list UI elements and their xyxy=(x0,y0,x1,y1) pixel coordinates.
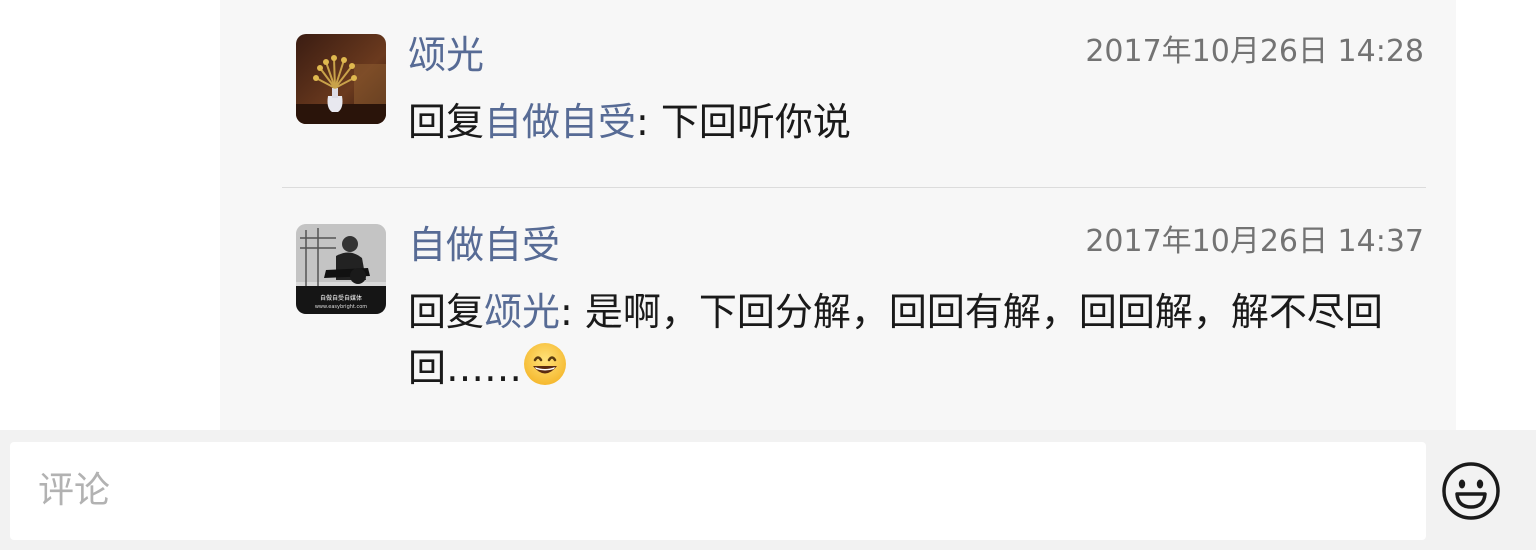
avatar-image-workshop-icon: 自做自受自媒体 www.easybright.com xyxy=(296,224,386,314)
avatar[interactable]: 自做自受自媒体 www.easybright.com xyxy=(296,224,386,314)
comment-author-name[interactable]: 自做自受 xyxy=(408,222,560,268)
reply-prefix: 回复 xyxy=(408,100,485,144)
avatar-url-text: www.easybright.com xyxy=(315,304,367,310)
comment-thread-panel: 颂光 2017年10月26日 14:28 回复自做自受: 下回听你说 自做自受自… xyxy=(220,0,1456,430)
comment-timestamp: 2017年10月26日 14:37 xyxy=(1085,224,1424,259)
comment-body: 回复自做自受: 下回听你说 xyxy=(408,94,1436,150)
comment-divider xyxy=(282,187,1426,188)
comment-input-bar: 评论 xyxy=(0,430,1536,550)
avatar-image-vase-icon xyxy=(296,34,386,124)
reply-prefix: 回复 xyxy=(408,290,485,334)
comment-timestamp: 2017年10月26日 14:28 xyxy=(1085,34,1424,69)
comment-input-placeholder: 评论 xyxy=(38,470,111,511)
smiling-face-emoji-icon xyxy=(522,341,568,402)
comment-text: : 下回听你说 xyxy=(636,100,851,144)
comment-input[interactable]: 评论 xyxy=(10,442,1426,540)
comment-author-name[interactable]: 颂光 xyxy=(408,32,484,78)
reply-target-name[interactable]: 自做自受 xyxy=(484,100,636,144)
comment-body: 回复颂光: 是啊，下回分解，回回有解，回回解，解不尽回回…… xyxy=(408,284,1436,402)
avatar[interactable] xyxy=(296,34,386,124)
reply-target-name[interactable]: 颂光 xyxy=(484,290,560,334)
smiley-face-icon[interactable] xyxy=(1440,460,1502,522)
avatar-caption: 自做自受自媒体 xyxy=(320,294,362,302)
